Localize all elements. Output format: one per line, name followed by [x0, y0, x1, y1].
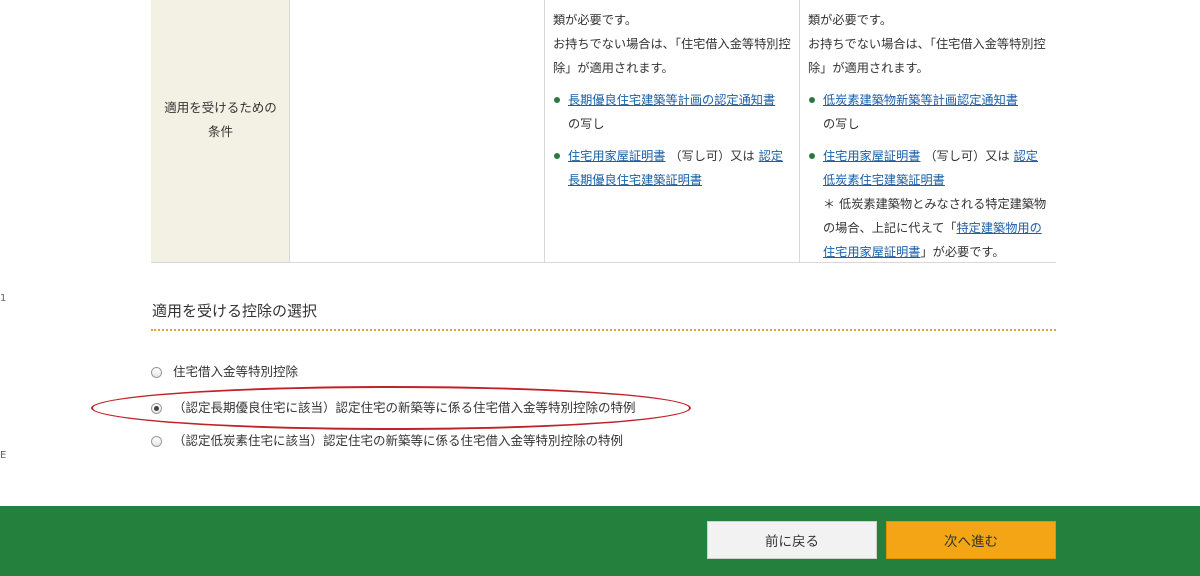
next-button[interactable]: 次へ進む	[886, 521, 1056, 559]
back-button[interactable]: 前に戻る	[707, 521, 877, 559]
intro-line: お持ちでない場合は、「住宅借入金等特別控除」が適用されます。	[808, 37, 1046, 75]
conditions-table: 適用を受けるための 条件 類が必要です。 お持ちでない場合は、「住宅借入金等特別控…	[151, 0, 1056, 263]
edge-mark: E	[0, 450, 7, 461]
intro-line: 類が必要です。	[808, 13, 893, 27]
list-item: 長期優良住宅建築等計画の認定通知書 の写し	[553, 88, 793, 136]
radio-button[interactable]	[151, 435, 162, 447]
housing-certificate-link[interactable]: 住宅用家屋証明書	[568, 149, 666, 163]
list-item: 住宅用家屋証明書 （写し可）又は 認定低炭素住宅建築証明書 ＊ 低炭素建築物とみ…	[808, 144, 1048, 264]
heading-divider	[151, 329, 1056, 331]
bullet-icon	[809, 97, 815, 103]
highlight-ellipse	[91, 386, 691, 430]
conditions-label-cell: 適用を受けるための 条件	[151, 0, 290, 262]
radio-button[interactable]	[151, 366, 162, 378]
footer-bar: 前に戻る 次へ進む	[0, 506, 1200, 576]
conditions-cell-low-carbon: 類が必要です。 お持ちでない場合は、「住宅借入金等特別控除」が適用されます。 低…	[800, 0, 1056, 262]
option-standard-deduction[interactable]: 住宅借入金等特別控除	[151, 361, 298, 383]
bullet-icon	[554, 97, 560, 103]
note-text: ＊ 低炭素建築物とみなされる特定建築物の場合、上記に代えて「特定建築物用の住宅用…	[823, 192, 1048, 264]
conditions-label-text: 適用を受けるための 条件	[164, 100, 277, 139]
housing-certificate-link[interactable]: 住宅用家屋証明書	[823, 149, 921, 163]
option-label: （認定低炭素住宅に該当）認定住宅の新築等に係る住宅借入金等特別控除の特例	[173, 433, 624, 448]
certificate-notice-link[interactable]: 長期優良住宅建築等計画の認定通知書	[568, 93, 775, 107]
intro-line: 類が必要です。	[553, 13, 638, 27]
list-item: 住宅用家屋証明書 （写し可）又は 認定長期優良住宅建築証明書	[553, 144, 793, 192]
conditions-empty-cell	[290, 0, 545, 262]
selection-heading: 適用を受ける控除の選択	[152, 302, 318, 320]
item-suffix: の写し	[568, 117, 605, 131]
option-label: 住宅借入金等特別控除	[173, 364, 299, 379]
item-suffix: の写し	[823, 117, 860, 131]
item-middle: （写し可）又は	[924, 149, 1010, 163]
item-middle: （写し可）又は	[669, 149, 755, 163]
bullet-icon	[809, 153, 815, 159]
note-suffix: 」が必要です。	[920, 245, 1005, 259]
edge-mark: 1	[0, 293, 7, 304]
bullet-icon	[554, 153, 560, 159]
option-low-carbon-deduction[interactable]: （認定低炭素住宅に該当）認定住宅の新築等に係る住宅借入金等特別控除の特例	[151, 430, 623, 452]
low-carbon-notice-link[interactable]: 低炭素建築物新築等計画認定通知書	[823, 93, 1018, 107]
conditions-cell-long-term: 類が必要です。 お持ちでない場合は、「住宅借入金等特別控除」が適用されます。 長…	[545, 0, 800, 262]
intro-line: お持ちでない場合は、「住宅借入金等特別控除」が適用されます。	[553, 37, 791, 75]
list-item: 低炭素建築物新築等計画認定通知書 の写し	[808, 88, 1048, 136]
conditions-label: 適用を受けるための 条件	[151, 96, 290, 144]
